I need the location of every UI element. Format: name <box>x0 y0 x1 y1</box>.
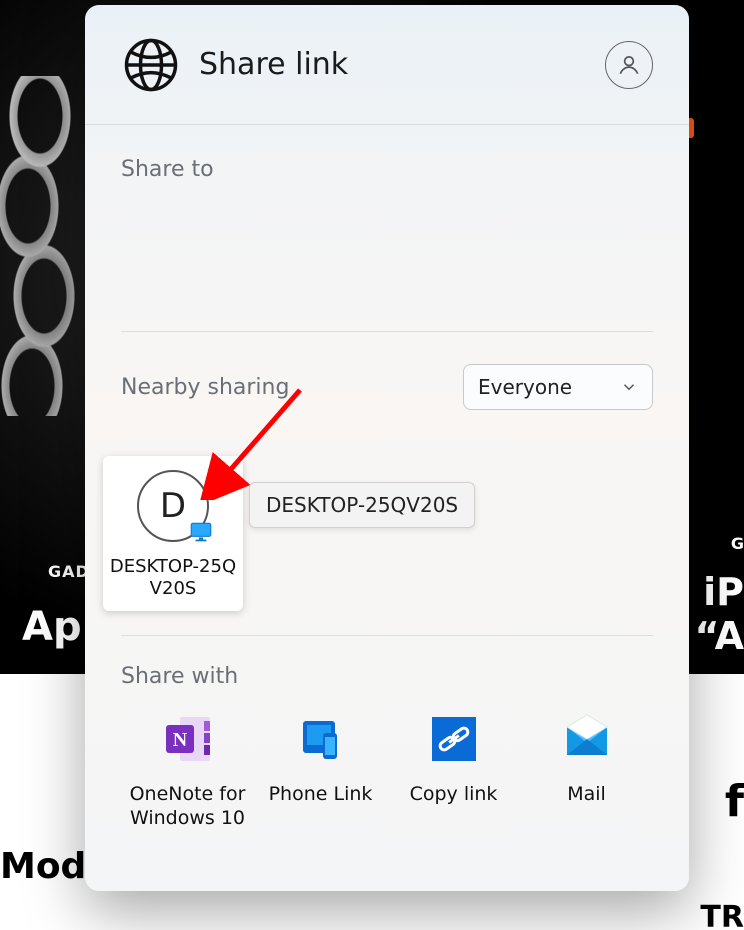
background-graphic <box>0 76 84 416</box>
device-name: DESKTOP-25QV20S <box>109 556 237 599</box>
person-icon <box>616 52 642 78</box>
account-button[interactable] <box>605 41 653 89</box>
device-avatar: D <box>137 470 209 542</box>
device-initial: D <box>160 486 186 526</box>
nearby-devices-area: D DESKTOP-25QV20S DESKTOP-25QV20S <box>121 410 653 636</box>
app-label: Copy link <box>387 783 520 807</box>
phone-link-icon <box>295 713 347 765</box>
bg-text-right-g: G <box>731 534 744 553</box>
app-label: Phone Link <box>254 783 387 807</box>
copy-link-icon <box>428 713 480 765</box>
bg-text-gadget: GAD <box>48 562 90 581</box>
dialog-header: Share link <box>85 5 689 125</box>
share-with-apps: N OneNote for Windows 10 Phone Link <box>121 713 653 831</box>
share-with-label: Share with <box>121 664 653 689</box>
nearby-device-tile[interactable]: D DESKTOP-25QV20S <box>103 456 243 611</box>
dropdown-value: Everyone <box>478 375 572 399</box>
share-to-area <box>121 182 653 332</box>
nearby-sharing-dropdown[interactable]: Everyone <box>463 364 653 410</box>
app-copy-link[interactable]: Copy link <box>387 713 520 831</box>
app-label: Mail <box>520 783 653 807</box>
svg-text:N: N <box>172 729 187 751</box>
share-dialog: Share link Share to Nearby sharing Every… <box>85 5 689 891</box>
device-tooltip: DESKTOP-25QV20S <box>249 482 475 528</box>
app-onenote[interactable]: N OneNote for Windows 10 <box>121 713 254 831</box>
app-label: OneNote for Windows 10 <box>121 783 254 831</box>
onenote-icon: N <box>162 713 214 765</box>
share-to-label: Share to <box>121 157 653 182</box>
app-mail[interactable]: Mail <box>520 713 653 831</box>
chevron-down-icon <box>620 378 638 396</box>
bg-text-f: f <box>725 776 744 827</box>
bg-text-right-ip: iP <box>703 570 744 614</box>
bg-text-tr: TR <box>700 900 744 930</box>
bg-text-right-a: “A <box>695 614 744 658</box>
mail-icon <box>561 713 613 765</box>
nearby-sharing-row: Nearby sharing Everyone <box>121 364 653 410</box>
app-phone-link[interactable]: Phone Link <box>254 713 387 831</box>
nearby-sharing-label: Nearby sharing <box>121 375 289 400</box>
monitor-icon <box>187 518 215 546</box>
dialog-title: Share link <box>199 47 348 82</box>
globe-icon <box>121 35 181 95</box>
